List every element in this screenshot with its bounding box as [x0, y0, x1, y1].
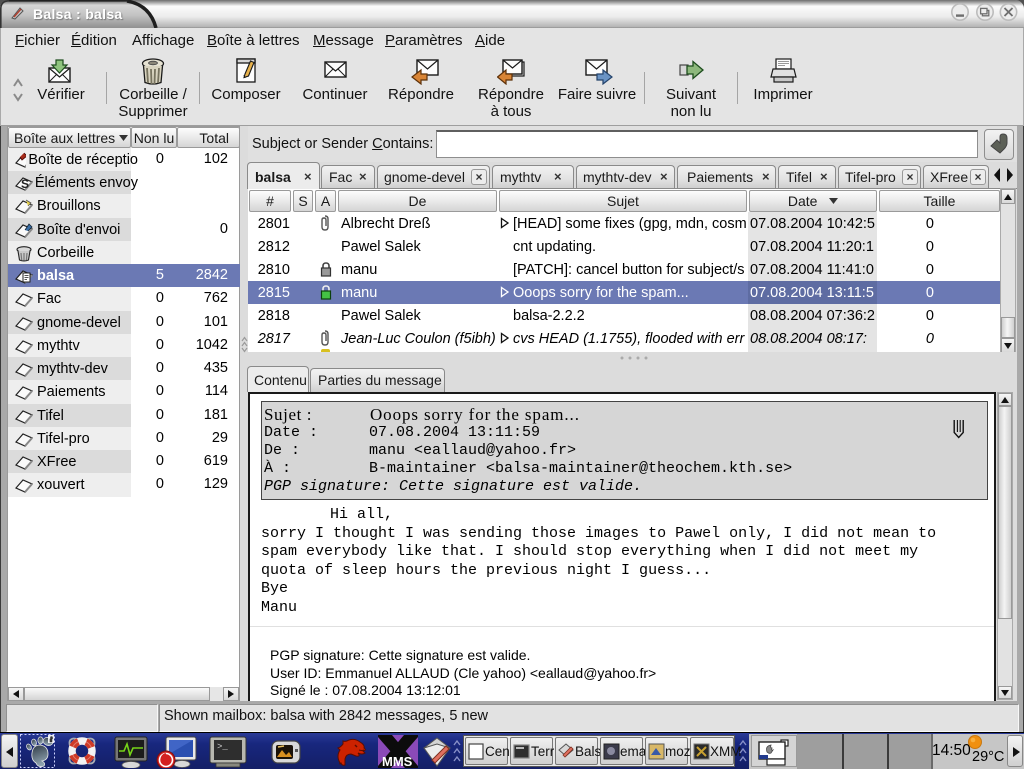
svg-text:>_: >_	[217, 742, 228, 752]
svg-text:MMS: MMS	[382, 754, 413, 768]
svg-text:S: S	[21, 177, 29, 191]
